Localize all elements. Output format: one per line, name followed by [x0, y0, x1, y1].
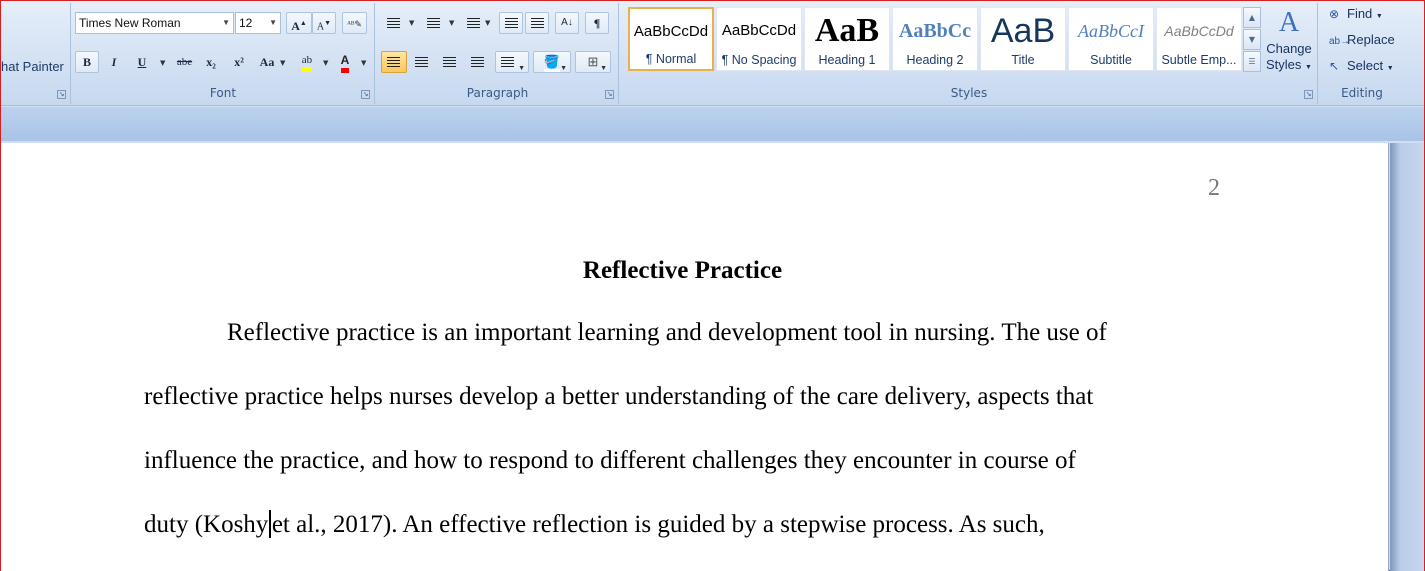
- shading-button[interactable]: 🪣 ▼: [533, 51, 571, 73]
- align-center-button[interactable]: [409, 51, 435, 73]
- page-number: 2: [1208, 175, 1220, 201]
- numbering-icon: [427, 18, 440, 29]
- font-size-value: 12: [239, 16, 253, 30]
- font-name-value: Times New Roman: [79, 16, 181, 30]
- italic-button[interactable]: I: [102, 51, 126, 73]
- align-left-icon: [387, 57, 400, 68]
- font-size-dropdown-icon[interactable]: ▼: [269, 13, 277, 33]
- replace-icon: ab→: [1329, 36, 1351, 47]
- font-color-dropdown-icon[interactable]: ▼: [361, 59, 366, 67]
- increase-indent-icon: [531, 18, 544, 29]
- multilevel-dropdown-icon[interactable]: ▼: [485, 19, 490, 27]
- align-center-icon: [415, 57, 428, 68]
- document-line: duty (Koshy et al., 2017). An effective r…: [144, 510, 1045, 538]
- justify-icon: [471, 57, 484, 68]
- format-painter-button[interactable]: hat Painter: [1, 59, 64, 74]
- sort-icon: A↓: [561, 17, 573, 28]
- font-dialog-launcher-icon[interactable]: ↘: [361, 90, 370, 99]
- font-name-dropdown-icon[interactable]: ▼: [222, 13, 230, 33]
- line-spacing-icon: [501, 57, 514, 68]
- replace-button[interactable]: ab→Replace: [1329, 32, 1395, 47]
- multilevel-list-icon: [467, 18, 480, 29]
- style-heading-1[interactable]: AaB Heading 1: [804, 7, 890, 71]
- align-right-button[interactable]: [437, 51, 463, 73]
- borders-button[interactable]: ⊞ ▼: [575, 51, 611, 73]
- bullets-button[interactable]: [381, 12, 403, 34]
- style-normal[interactable]: AaBbCcDd ¶ Normal: [628, 7, 714, 71]
- underline-button[interactable]: U: [130, 51, 154, 73]
- change-case-dropdown-icon[interactable]: ▼: [280, 59, 285, 67]
- style-subtle-emphasis[interactable]: AaBbCcDd Subtle Emp...: [1156, 7, 1242, 71]
- font-color-button[interactable]: A: [331, 49, 359, 73]
- document-line: Reflective practice is an important lear…: [227, 319, 1107, 346]
- style-title[interactable]: AaB Title: [980, 7, 1066, 71]
- font-group: Times New Roman ▼ 12 ▼ A▲ A▼ ᴬᴮ✎ B I U ▼…: [72, 3, 375, 104]
- sort-button[interactable]: A↓: [555, 12, 579, 34]
- paragraph-group-label: Paragraph: [466, 86, 529, 100]
- document-line: reflective practice helps nurses develop…: [144, 383, 1094, 410]
- increase-indent-button[interactable]: [525, 12, 549, 34]
- align-right-icon: [443, 57, 456, 68]
- styles-group-label: Styles: [950, 86, 988, 100]
- select-button[interactable]: ↖ Select ▼: [1329, 58, 1394, 73]
- strikethrough-button[interactable]: abe: [171, 51, 198, 73]
- bullets-dropdown-icon[interactable]: ▼: [409, 19, 414, 27]
- style-heading-2[interactable]: AaBbCc Heading 2: [892, 7, 978, 71]
- paragraph-dialog-launcher-icon[interactable]: ↘: [605, 90, 614, 99]
- ruler-strip: [1, 107, 1424, 141]
- gallery-up-icon[interactable]: ▲: [1243, 7, 1261, 28]
- show-formatting-marks-button[interactable]: ¶: [585, 12, 609, 34]
- gallery-more-icon[interactable]: ☰: [1243, 51, 1261, 72]
- find-button[interactable]: ⊗ Find ▼: [1329, 6, 1383, 21]
- cursor-arrow-icon: ↖: [1329, 59, 1340, 73]
- document-title: Reflective Practice: [582, 257, 783, 284]
- document-page[interactable]: 2 Reflective Practice Reflective practic…: [1, 143, 1389, 571]
- document-line: influence the practice, and how to respo…: [144, 447, 1076, 474]
- clear-formatting-icon: ᴬᴮ✎: [347, 19, 362, 29]
- style-no-spacing[interactable]: AaBbCcDd ¶ No Spacing: [716, 7, 802, 71]
- clipboard-dialog-launcher-icon[interactable]: ↘: [57, 90, 66, 99]
- font-group-label: Font: [209, 86, 237, 100]
- change-styles-button[interactable]: A Change Styles ▼: [1263, 5, 1315, 85]
- bullets-icon: [387, 18, 400, 29]
- multilevel-list-button[interactable]: [461, 12, 483, 34]
- grow-font-button[interactable]: A▲: [286, 12, 312, 34]
- font-name-combo[interactable]: Times New Roman ▼: [75, 12, 234, 34]
- numbering-dropdown-icon[interactable]: ▼: [449, 19, 454, 27]
- superscript-button[interactable]: x²: [227, 51, 251, 73]
- subscript-button[interactable]: x₂: [199, 51, 223, 73]
- highlight-dropdown-icon[interactable]: ▼: [323, 59, 328, 67]
- editing-group-label: Editing: [1341, 86, 1383, 100]
- styles-gallery-scroll[interactable]: ▲ ▼ ☰: [1243, 7, 1261, 73]
- change-case-button[interactable]: Aa: [255, 51, 279, 73]
- line-spacing-button[interactable]: ▼: [495, 51, 529, 73]
- decrease-indent-button[interactable]: [499, 12, 523, 34]
- paint-bucket-icon: 🪣: [543, 54, 561, 72]
- change-styles-icon: A: [1278, 7, 1300, 38]
- binoculars-icon: ⊗: [1329, 7, 1340, 21]
- borders-icon: ⊞: [587, 54, 599, 69]
- text-cursor: [269, 510, 271, 538]
- pilcrow-icon: ¶: [593, 16, 601, 30]
- bold-button[interactable]: B: [75, 51, 99, 73]
- decrease-indent-icon: [505, 18, 518, 29]
- align-left-button[interactable]: [381, 51, 407, 73]
- shrink-font-button[interactable]: A▼: [312, 12, 336, 34]
- clear-formatting-button[interactable]: ᴬᴮ✎: [342, 12, 367, 34]
- styles-dialog-launcher-icon[interactable]: ↘: [1304, 90, 1313, 99]
- font-size-combo[interactable]: 12 ▼: [235, 12, 281, 34]
- text-highlight-button[interactable]: ab: [293, 49, 321, 72]
- justify-button[interactable]: [465, 51, 491, 73]
- clipboard-group: hat Painter ↘: [1, 3, 71, 104]
- ribbon: hat Painter ↘ Times New Roman ▼ 12 ▼ A▲ …: [1, 1, 1424, 106]
- paragraph-group: ▼ ▼ ▼ A↓ ¶ ▼ 🪣 ▼ ⊞ ▼ Paragraph ↘: [377, 3, 619, 104]
- numbering-button[interactable]: [421, 12, 443, 34]
- gallery-down-icon[interactable]: ▼: [1243, 29, 1261, 50]
- style-subtitle[interactable]: AaBbCcI Subtitle: [1068, 7, 1154, 71]
- page-shadow: [1390, 143, 1424, 571]
- underline-dropdown-icon[interactable]: ▼: [160, 59, 165, 67]
